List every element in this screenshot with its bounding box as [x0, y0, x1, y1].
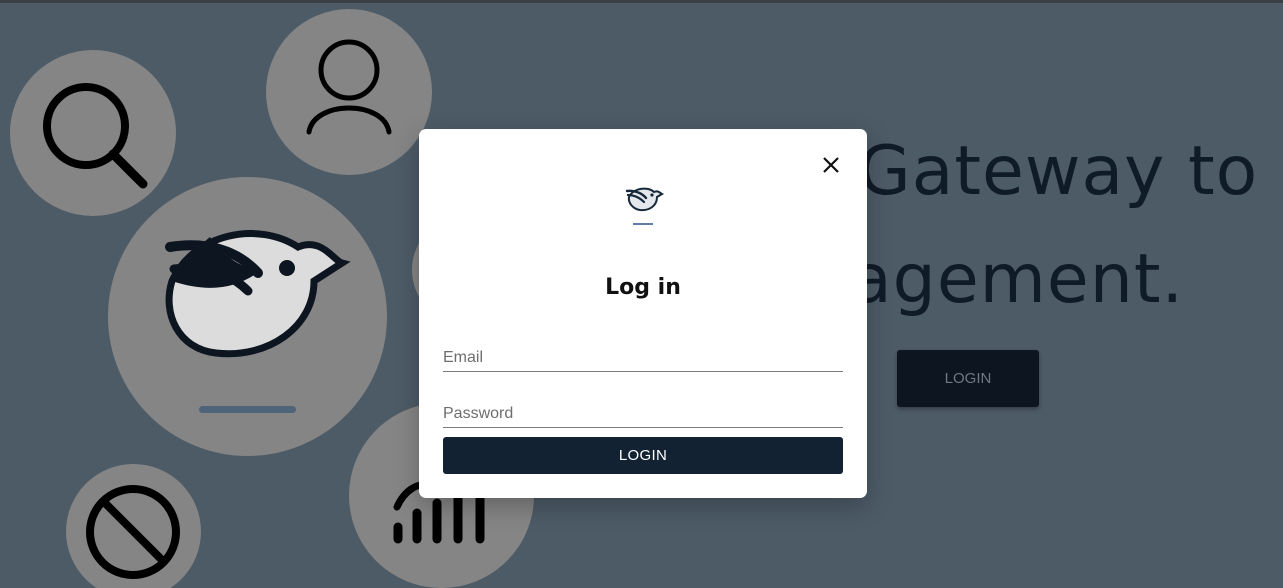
login-submit-button[interactable]: LOGIN	[443, 437, 843, 474]
hero-login-button[interactable]: LOGIN	[897, 350, 1039, 407]
bubble-block	[66, 464, 201, 588]
block-icon	[86, 485, 180, 579]
hero-heading-line-2: agement.	[850, 240, 1185, 319]
user-icon	[306, 39, 392, 135]
password-field[interactable]	[443, 400, 843, 428]
email-field[interactable]	[443, 344, 843, 372]
login-modal: Log in LOGIN	[419, 129, 867, 498]
hero-heading-line-1: Gateway to	[858, 132, 1259, 211]
modal-title: Log in	[605, 275, 681, 300]
bubble-user	[266, 9, 432, 175]
bubble-bird	[108, 177, 387, 456]
close-icon	[823, 157, 839, 173]
window-top-border	[0, 0, 1283, 3]
bird-logo-icon	[165, 230, 351, 413]
close-button[interactable]	[819, 153, 843, 177]
bird-logo-icon	[625, 187, 664, 212]
logo-underline	[633, 223, 653, 225]
